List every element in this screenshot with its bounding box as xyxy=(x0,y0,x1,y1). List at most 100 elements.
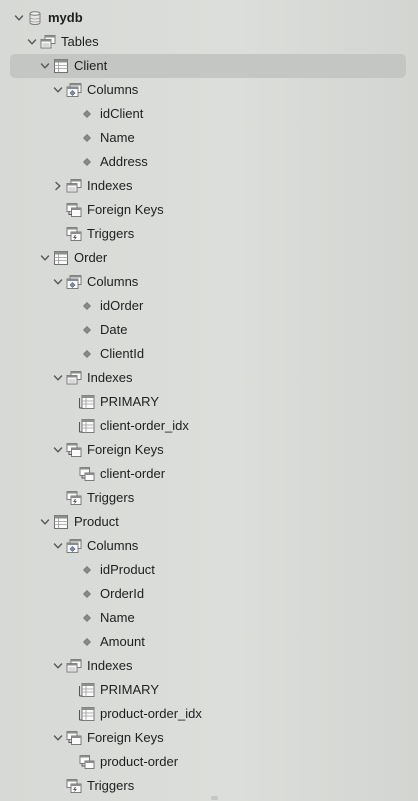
tree-node-tables[interactable]: Tables xyxy=(0,30,418,54)
index-icon xyxy=(79,414,95,438)
tree-node-label: Product xyxy=(74,514,119,529)
foreign-keys-icon xyxy=(66,438,82,462)
tree-node-order-triggers[interactable]: Triggers xyxy=(0,486,418,510)
tree-node-column[interactable]: Name xyxy=(0,606,418,630)
indexes-folder-icon xyxy=(66,174,82,198)
scroll-indicator[interactable] xyxy=(211,796,218,800)
column-diamond-icon xyxy=(79,102,95,126)
tables-folder-icon xyxy=(40,30,56,54)
triggers-icon xyxy=(66,486,82,510)
tree-node-column[interactable]: Amount xyxy=(0,630,418,654)
chevron-down-icon[interactable] xyxy=(39,510,51,534)
tree-node-label: Amount xyxy=(100,634,145,649)
chevron-down-icon[interactable] xyxy=(52,534,64,558)
tree-node-label: PRIMARY xyxy=(100,682,159,697)
tree-node-index[interactable]: product-order_idx xyxy=(0,702,418,726)
tree-node-product-triggers[interactable]: Triggers xyxy=(0,774,418,798)
chevron-down-icon[interactable] xyxy=(39,54,51,78)
tree-node-label: Tables xyxy=(61,34,99,49)
tree-node-label: Name xyxy=(100,130,135,145)
tree-node-label: OrderId xyxy=(100,586,145,601)
tree-node-column[interactable]: idClient xyxy=(0,102,418,126)
tree-node-label: Indexes xyxy=(87,178,133,193)
tree-node-label: client-order_idx xyxy=(100,418,189,433)
index-icon xyxy=(79,678,95,702)
tree-node-column[interactable]: idOrder xyxy=(0,294,418,318)
tree-node-label: Triggers xyxy=(87,226,135,241)
tree-node-product-columns[interactable]: Columns xyxy=(0,534,418,558)
tree-node-order-foreign-keys[interactable]: Foreign Keys xyxy=(0,438,418,462)
tree-node-label: client-order xyxy=(100,466,166,481)
tree-node-foreign-key[interactable]: product-order xyxy=(0,750,418,774)
tree-node-mydb[interactable]: mydb xyxy=(0,6,418,30)
indexes-folder-icon xyxy=(66,366,82,390)
tree-node-column[interactable]: ClientId xyxy=(0,342,418,366)
tree-node-column[interactable]: idProduct xyxy=(0,558,418,582)
foreign-keys-icon xyxy=(66,198,82,222)
tree-node-client-triggers[interactable]: Triggers xyxy=(0,222,418,246)
tree-node-foreign-key[interactable]: client-order xyxy=(0,462,418,486)
tree-node-label: idProduct xyxy=(100,562,155,577)
indexes-folder-icon xyxy=(66,654,82,678)
tree-node-label: Foreign Keys xyxy=(87,202,164,217)
foreign-key-icon xyxy=(79,462,95,486)
chevron-down-icon[interactable] xyxy=(26,30,38,54)
database-icon xyxy=(27,6,43,30)
triggers-icon xyxy=(66,222,82,246)
chevron-down-icon[interactable] xyxy=(52,366,64,390)
tree-node-label: Triggers xyxy=(87,778,135,793)
tree-node-label: Columns xyxy=(87,538,139,553)
column-diamond-icon xyxy=(79,582,95,606)
chevron-down-icon[interactable] xyxy=(52,726,64,750)
tree-node-client-indexes[interactable]: Indexes xyxy=(0,174,418,198)
tree-node-index[interactable]: PRIMARY xyxy=(0,678,418,702)
tree-node-label: idClient xyxy=(100,106,144,121)
tree-node-index[interactable]: client-order_idx xyxy=(0,414,418,438)
tree-node-column[interactable]: Address xyxy=(0,150,418,174)
column-diamond-icon xyxy=(79,318,95,342)
table-icon xyxy=(53,54,69,78)
column-diamond-icon xyxy=(79,558,95,582)
chevron-right-icon[interactable] xyxy=(52,174,64,198)
tree-node-table-order[interactable]: Order xyxy=(0,246,418,270)
tree-node-product-foreign-keys[interactable]: Foreign Keys xyxy=(0,726,418,750)
tree-node-label: Name xyxy=(100,610,135,625)
column-diamond-icon xyxy=(79,606,95,630)
tree-node-label: Date xyxy=(100,322,128,337)
tree-node-order-indexes[interactable]: Indexes xyxy=(0,366,418,390)
tree-node-column[interactable]: OrderId xyxy=(0,582,418,606)
chevron-down-icon[interactable] xyxy=(52,78,64,102)
tree-node-label: mydb xyxy=(48,10,83,25)
tree-node-column[interactable]: Name xyxy=(0,126,418,150)
tree-node-column[interactable]: Date xyxy=(0,318,418,342)
columns-icon xyxy=(66,534,82,558)
tree-node-label: Foreign Keys xyxy=(87,730,164,745)
columns-icon xyxy=(66,270,82,294)
tree-node-label: Columns xyxy=(87,82,139,97)
schema-tree: mydb Tables Client Columns idClient Name… xyxy=(0,6,418,798)
tree-node-product-indexes[interactable]: Indexes xyxy=(0,654,418,678)
tree-node-order-columns[interactable]: Columns xyxy=(0,270,418,294)
tree-node-table-product[interactable]: Product xyxy=(0,510,418,534)
chevron-down-icon[interactable] xyxy=(13,6,25,30)
tree-node-index[interactable]: PRIMARY xyxy=(0,390,418,414)
index-icon xyxy=(79,702,95,726)
tree-node-label: Order xyxy=(74,250,108,265)
chevron-down-icon[interactable] xyxy=(52,270,64,294)
index-icon xyxy=(79,390,95,414)
tree-node-client-columns[interactable]: Columns xyxy=(0,78,418,102)
column-diamond-icon xyxy=(79,150,95,174)
chevron-down-icon[interactable] xyxy=(52,438,64,462)
tree-node-label: idOrder xyxy=(100,298,144,313)
table-icon xyxy=(53,510,69,534)
column-diamond-icon xyxy=(79,294,95,318)
tree-node-label: Client xyxy=(74,58,108,73)
tree-node-client-foreign-keys[interactable]: Foreign Keys xyxy=(0,198,418,222)
column-diamond-icon xyxy=(79,342,95,366)
chevron-down-icon[interactable] xyxy=(52,654,64,678)
chevron-down-icon[interactable] xyxy=(39,246,51,270)
tree-node-label: product-order_idx xyxy=(100,706,202,721)
columns-icon xyxy=(66,78,82,102)
tree-node-table-client[interactable]: Client xyxy=(0,54,418,78)
tree-node-label: ClientId xyxy=(100,346,145,361)
